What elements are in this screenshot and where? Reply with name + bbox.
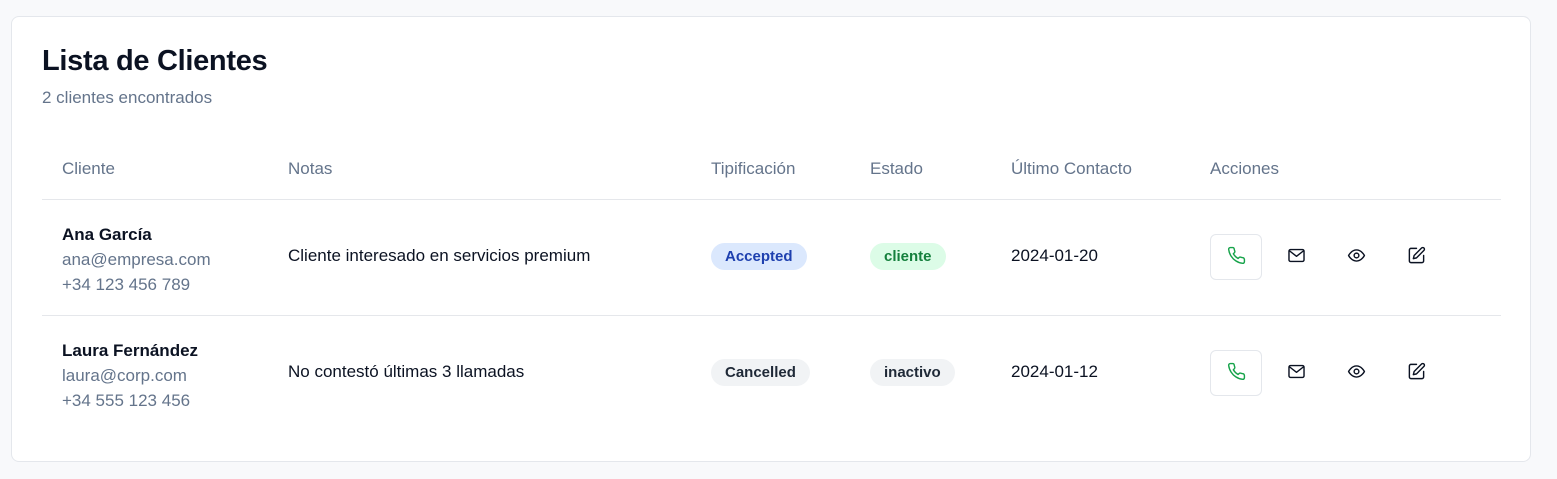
client-email: laura@corp.com — [62, 366, 187, 385]
page-title: Lista de Clientes — [42, 45, 268, 77]
status-badge: cliente — [870, 243, 946, 270]
call-button[interactable] — [1210, 350, 1262, 396]
clients-table: Cliente Notas Tipificación Estado Último… — [42, 145, 1501, 432]
column-header-tipificacion[interactable]: Tipificación — [711, 159, 795, 179]
edit-button[interactable] — [1390, 234, 1442, 280]
call-button[interactable] — [1210, 234, 1262, 280]
edit-icon — [1407, 246, 1426, 268]
status-badge: inactivo — [870, 359, 955, 386]
table-body: Ana García ana@empresa.com +34 123 456 7… — [42, 200, 1501, 432]
client-email: ana@empresa.com — [62, 250, 211, 269]
mail-icon — [1287, 246, 1306, 268]
client-phone: +34 555 123 456 — [62, 391, 191, 410]
column-header-acciones: Acciones — [1210, 159, 1279, 178]
edit-button[interactable] — [1390, 350, 1442, 396]
last-contact-date: 2024-01-12 — [1011, 362, 1098, 381]
row-actions — [1210, 350, 1470, 396]
tipificacion-cell: Cancelled — [711, 359, 810, 386]
estado-cell: inactivo — [870, 359, 955, 386]
phone-icon — [1227, 246, 1246, 268]
tipificacion-badge: Accepted — [711, 243, 807, 270]
tipificacion-badge: Cancelled — [711, 359, 810, 386]
column-header-ultimo-contacto[interactable]: Último Contacto — [1011, 159, 1132, 179]
table-header: Cliente Notas Tipificación Estado Último… — [42, 145, 1501, 200]
client-name: Ana García — [62, 225, 152, 244]
column-header-cliente[interactable]: Cliente — [62, 159, 115, 179]
phone-icon — [1227, 362, 1246, 384]
email-button[interactable] — [1270, 234, 1322, 280]
column-header-estado[interactable]: Estado — [870, 159, 923, 179]
client-notes: Cliente interesado en servicios premium — [288, 246, 591, 265]
column-header-notas[interactable]: Notas — [288, 159, 332, 179]
last-contact-date: 2024-01-20 — [1011, 246, 1098, 265]
table-row[interactable]: Laura Fernández laura@corp.com +34 555 1… — [42, 316, 1501, 432]
client-name: Laura Fernández — [62, 341, 199, 360]
eye-icon — [1347, 246, 1366, 268]
edit-icon — [1407, 362, 1426, 384]
clients-card: Lista de Clientes 2 clientes encontrados… — [11, 16, 1531, 462]
view-button[interactable] — [1330, 350, 1382, 396]
eye-icon — [1347, 362, 1366, 384]
email-button[interactable] — [1270, 350, 1322, 396]
row-actions — [1210, 234, 1470, 280]
tipificacion-cell: Accepted — [711, 243, 807, 270]
mail-icon — [1287, 362, 1306, 384]
client-cell: Ana García ana@empresa.com +34 123 456 7… — [62, 222, 211, 297]
client-phone: +34 123 456 789 — [62, 275, 191, 294]
view-button[interactable] — [1330, 234, 1382, 280]
client-cell: Laura Fernández laura@corp.com +34 555 1… — [62, 338, 198, 413]
table-row[interactable]: Ana García ana@empresa.com +34 123 456 7… — [42, 200, 1501, 316]
results-count: 2 clientes encontrados — [42, 88, 213, 107]
client-notes: No contestó últimas 3 llamadas — [288, 362, 525, 381]
estado-cell: cliente — [870, 243, 946, 270]
